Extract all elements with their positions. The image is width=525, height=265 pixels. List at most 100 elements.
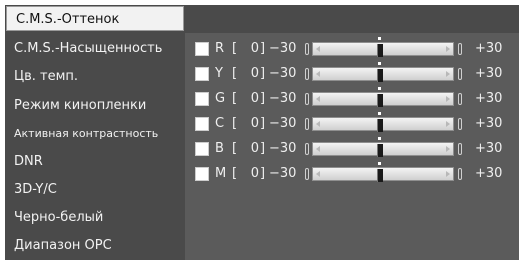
channel-row-c[interactable]: C [ 0 ] −30 +30 [195, 112, 515, 137]
cms-hue-panel: R [ 0 ] −30 +30 Y [ 0 ] −30 +30 G [0] … [185, 5, 519, 260]
channel-row-m[interactable]: M [ 0 ] −30 +30 [195, 162, 515, 187]
arrow-right-icon[interactable] [446, 171, 450, 177]
slider-right-cap [458, 168, 462, 180]
slider-right-cap [458, 68, 462, 80]
slider-left-cap [305, 168, 309, 180]
slider-max-label: +30 [475, 166, 503, 181]
arrow-right-icon[interactable] [446, 121, 450, 127]
menu-item-dnr[interactable]: DNR [5, 148, 185, 176]
arrow-left-icon[interactable] [316, 46, 320, 52]
arrow-right-icon[interactable] [446, 96, 450, 102]
channel-value: 0 [250, 66, 259, 81]
slider-max-label: +30 [475, 66, 503, 81]
settings-menu: C.M.S.-Оттенок C.M.S.-Насыщенность Цв. т… [5, 5, 185, 260]
slider-max-label: +30 [475, 41, 503, 56]
channel-value: 0 [250, 166, 259, 181]
menu-item-3d-yc[interactable]: 3D-Y/C [5, 176, 185, 204]
slider-left-cap [305, 43, 309, 55]
slider-left-cap [305, 93, 309, 105]
tv-osd-menu: C.M.S.-Оттенок C.M.S.-Насыщенность Цв. т… [5, 5, 519, 260]
hue-slider[interactable] [312, 87, 454, 107]
slider-left-cap [305, 68, 309, 80]
slider-thumb[interactable] [377, 169, 383, 182]
slider-thumb[interactable] [377, 44, 383, 57]
channel-letter: Y [215, 66, 223, 81]
channel-letter: G [215, 91, 226, 106]
slider-thumb[interactable] [377, 144, 383, 157]
slider-thumb[interactable] [377, 69, 383, 82]
bracket-close: ] [260, 141, 266, 156]
channel-checkbox[interactable] [195, 92, 209, 106]
slider-right-cap [458, 118, 462, 130]
bracket-open: [ [232, 66, 238, 81]
arrow-left-icon[interactable] [316, 71, 320, 77]
slider-max-label: +30 [475, 141, 503, 156]
channel-row-b[interactable]: B [ 0 ] −30 +30 [195, 137, 515, 162]
center-tick [378, 62, 381, 65]
hue-slider[interactable] [312, 112, 454, 132]
channel-value: 0 [250, 41, 259, 56]
bracket-close: ] [260, 41, 266, 56]
channel-checkbox[interactable] [195, 167, 209, 181]
slider-min-label: −30 [269, 66, 297, 81]
slider-thumb[interactable] [377, 119, 383, 132]
center-tick [378, 137, 381, 140]
slider-max-label: +30 [475, 116, 503, 131]
bracket-close: ] [260, 66, 266, 81]
channel-value: 0 [250, 141, 259, 156]
slider-left-cap [305, 143, 309, 155]
bracket-open: [ [232, 41, 238, 56]
panel-header-strip [185, 5, 519, 33]
menu-item-film-mode[interactable]: Режим кинопленки [5, 92, 185, 120]
channel-letter: M [215, 166, 227, 181]
menu-item-active-contrast[interactable]: Активная контрастность [5, 120, 185, 148]
channel-checkbox[interactable] [195, 117, 209, 131]
arrow-right-icon[interactable] [446, 71, 450, 77]
slider-min-label: −30 [269, 141, 297, 156]
menu-item-cms-saturation[interactable]: C.M.S.-Насыщенность [5, 35, 185, 63]
channel-row-y[interactable]: Y [ 0 ] −30 +30 [195, 62, 515, 87]
center-tick [378, 162, 381, 165]
arrow-left-icon[interactable] [316, 96, 320, 102]
channel-value: 0 [250, 116, 259, 131]
menu-item-color-temp[interactable]: Цв. темп. [5, 63, 185, 91]
menu-item-monochrome[interactable]: Черно-белый [5, 204, 185, 232]
center-tick [378, 87, 381, 90]
channel-letter: C [215, 116, 225, 131]
channel-checkbox[interactable] [195, 142, 209, 156]
slider-max-label: +30 [475, 91, 503, 106]
arrow-right-icon[interactable] [446, 46, 450, 52]
slider-left-cap [305, 118, 309, 130]
slider-right-cap [458, 143, 462, 155]
bracket-open: [ [232, 141, 238, 156]
arrow-left-icon[interactable] [316, 171, 320, 177]
menu-item-cms-hue[interactable]: C.M.S.-Оттенок [6, 6, 184, 31]
hue-slider[interactable] [312, 162, 454, 182]
slider-right-cap [458, 93, 462, 105]
bracket-close: ] [260, 166, 266, 181]
bracket-close: ] [260, 91, 266, 106]
bracket-open: [ [232, 166, 238, 181]
channel-letter: R [215, 41, 225, 56]
channel-checkbox[interactable] [195, 67, 209, 81]
hue-slider[interactable] [312, 137, 454, 157]
channel-letter: B [215, 141, 224, 156]
slider-thumb[interactable] [377, 94, 383, 107]
channel-checkbox[interactable] [195, 42, 209, 56]
bracket-open: [ [232, 116, 238, 131]
bracket-close: ] [260, 116, 266, 131]
hue-slider[interactable] [312, 37, 454, 57]
arrow-left-icon[interactable] [316, 121, 320, 127]
hue-slider[interactable] [312, 62, 454, 82]
slider-min-label: −30 [269, 91, 297, 106]
slider-min-label: −30 [269, 116, 297, 131]
channel-value: 0 [250, 91, 259, 106]
center-tick [378, 37, 381, 40]
arrow-left-icon[interactable] [316, 146, 320, 152]
arrow-right-icon[interactable] [446, 146, 450, 152]
channel-row-r[interactable]: R [ 0 ] −30 +30 [195, 37, 515, 62]
menu-item-opc-range[interactable]: Диапазон OPC [5, 232, 185, 260]
channel-row-g[interactable]: G [ 0 ] −30 +30 [195, 87, 515, 112]
slider-min-label: −30 [269, 166, 297, 181]
bracket-open: [ [232, 91, 238, 106]
